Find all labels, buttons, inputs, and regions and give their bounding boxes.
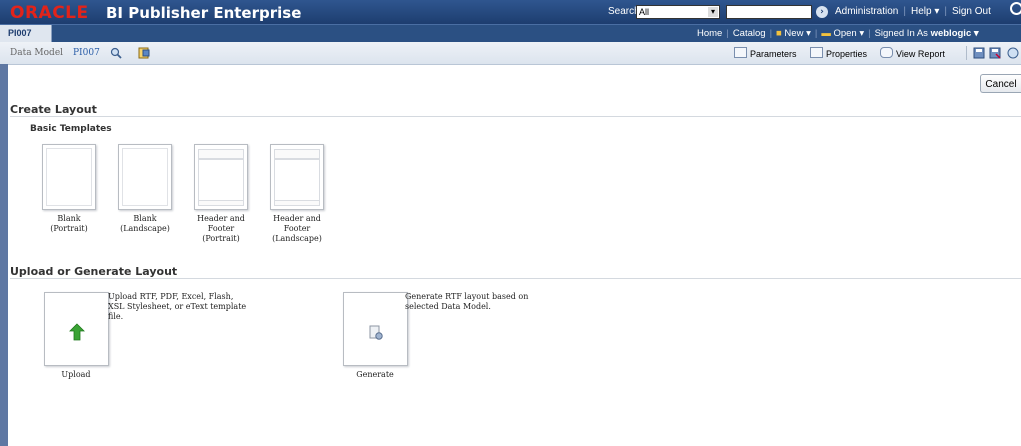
view-report-label: View Report <box>896 49 945 59</box>
help-menu[interactable]: Help ▾ <box>911 6 939 17</box>
upload-label: Upload <box>61 370 91 379</box>
search-label: Search <box>608 6 640 17</box>
home-link[interactable]: Home <box>697 28 722 39</box>
template-label: Header and Footer (Portrait) <box>197 214 245 243</box>
data-model-properties-icon[interactable] <box>138 47 150 59</box>
upload-arrow-icon <box>69 323 85 341</box>
upload-description: Upload RTF, PDF, Excel, Flash, XSL Style… <box>108 292 247 321</box>
open-menu[interactable]: Open ▾ <box>833 28 864 39</box>
data-model-link[interactable]: PI007 <box>73 48 100 58</box>
upload-generate-heading: Upload or Generate Layout <box>10 265 178 278</box>
search-go-button[interactable]: › <box>816 6 828 18</box>
view-report-icon <box>880 47 893 58</box>
section-divider <box>10 278 1021 279</box>
template-header-footer-portrait[interactable] <box>194 144 248 210</box>
search-icon[interactable] <box>1010 2 1021 15</box>
search-input[interactable] <box>726 5 812 19</box>
section-divider <box>10 116 1021 117</box>
parameters-icon <box>734 47 747 58</box>
parameters-label: Parameters <box>750 49 797 59</box>
template-blank-landscape[interactable] <box>118 144 172 210</box>
sign-out-link[interactable]: Sign Out <box>952 6 991 17</box>
view-report-button[interactable]: View Report <box>880 47 945 59</box>
parameters-button[interactable]: Parameters <box>734 47 797 59</box>
catalog-link[interactable]: Catalog <box>733 28 766 39</box>
properties-button[interactable]: Properties <box>810 47 867 59</box>
properties-label: Properties <box>826 49 868 59</box>
app-window: ORACLE BI Publisher Enterprise Search Al… <box>0 0 1021 446</box>
folder-icon: ▬ <box>821 28 831 39</box>
magnifier-icon[interactable] <box>110 47 122 59</box>
left-edge-bar <box>0 64 8 446</box>
product-title: BI Publisher Enterprise <box>106 4 302 22</box>
save-as-icon[interactable] <box>989 47 1001 59</box>
nav-links: Home | Catalog | ■ New ▾ | ▬ Open ▾ | Signed In … <box>697 28 979 39</box>
template-label: Blank (Landscape) <box>120 214 170 233</box>
cancel-button[interactable]: Cancel <box>980 74 1021 93</box>
basic-templates-heading: Basic Templates <box>30 124 112 134</box>
global-header: ORACLE BI Publisher Enterprise Search Al… <box>0 0 1021 24</box>
generate-document-icon <box>369 325 383 340</box>
template-header-footer-landscape[interactable] <box>270 144 324 210</box>
signed-in-label: Signed In As <box>874 28 928 39</box>
properties-icon <box>810 47 823 58</box>
generate-card[interactable] <box>343 292 408 366</box>
save-icon[interactable] <box>973 47 985 59</box>
template-label: Blank (Portrait) <box>50 214 88 233</box>
chevron-down-icon: ▾ <box>708 7 718 17</box>
search-scope-select[interactable]: All ▾ <box>636 5 720 19</box>
upload-card[interactable] <box>44 292 109 366</box>
user-menu[interactable]: weblogic ▾ <box>931 28 979 39</box>
tab-bar: PI007 Home | Catalog | ■ New ▾ | ▬ Open ▾ | Sign… <box>0 24 1021 42</box>
new-icon: ■ <box>776 28 782 39</box>
oracle-logo: ORACLE <box>10 3 89 23</box>
create-layout-heading: Create Layout <box>10 103 97 116</box>
tab-pi007[interactable]: PI007 <box>0 25 52 42</box>
search-scope-value: All <box>639 7 650 17</box>
template-label: Header and Footer (Landscape) <box>272 214 322 243</box>
help-icon[interactable] <box>1007 47 1019 59</box>
data-model-label: Data Model <box>10 48 64 58</box>
global-links: Administration | Help ▾ | Sign Out <box>835 6 991 17</box>
generate-description: Generate RTF layout based on selected Da… <box>405 292 529 311</box>
toolbar-divider <box>966 46 967 60</box>
administration-link[interactable]: Administration <box>835 6 898 17</box>
new-menu[interactable]: New ▾ <box>784 28 810 39</box>
editor-toolbar: Data Model PI007 Parameters Properties V… <box>0 42 1021 65</box>
template-blank-portrait[interactable] <box>42 144 96 210</box>
generate-label: Generate <box>356 370 394 379</box>
